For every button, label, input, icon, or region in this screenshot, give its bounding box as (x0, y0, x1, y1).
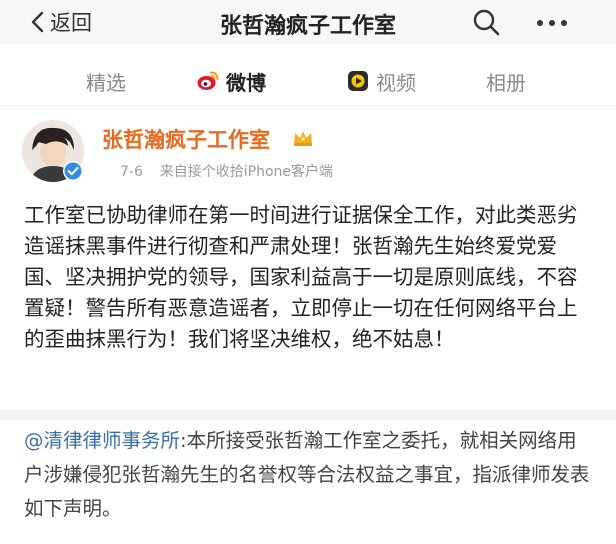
tab-featured[interactable]: 精选 (86, 66, 126, 96)
back-button[interactable]: 返回 (30, 6, 92, 38)
tab-label: 相册 (486, 70, 526, 95)
post-username[interactable]: 张哲瀚疯子工作室 (102, 124, 270, 154)
post-text: 工作室已协助律师在第一时间进行证据保全工作，对此类恶劣造谣抹黑事件进行彻查和严肃… (24, 203, 578, 351)
tab-label: 视频 (376, 70, 416, 95)
crown-badge-icon (294, 131, 312, 146)
tab-weibo[interactable]: 微博 (196, 66, 266, 96)
divider (0, 410, 616, 420)
repost-text[interactable]: @清律律师事务所:本所接受张哲瀚工作室之委托，就相关网络用户涉嫌侵犯张哲瀚先生的… (24, 424, 594, 526)
weibo-icon (197, 71, 219, 90)
top-nav-bar: 返回 张哲瀚疯子工作室 (0, 0, 616, 44)
search-icon[interactable] (470, 6, 502, 38)
post-header: 张哲瀚疯子工作室 7-6 来自接个收拾iPhone客户端 (0, 106, 616, 196)
post-date: 7-6 (120, 164, 143, 180)
profile-tabs: 精选 微博 视频 相册 (0, 56, 616, 106)
verified-badge-icon (63, 161, 83, 181)
post-source: 来自接个收拾iPhone客户端 (159, 164, 334, 180)
back-label: 返回 (50, 11, 92, 35)
tab-album[interactable]: 相册 (486, 66, 526, 96)
tab-label: 微博 (226, 70, 266, 95)
repost-mention[interactable]: @清律律师事务所 (24, 429, 180, 452)
tab-video[interactable]: 视频 (346, 66, 416, 96)
tab-label: 精选 (86, 70, 126, 95)
more-icon[interactable] (532, 6, 572, 38)
page-title: 张哲瀚疯子工作室 (219, 14, 396, 39)
chevron-left-icon (31, 11, 44, 33)
video-icon (348, 71, 368, 91)
post-meta: 7-6 来自接个收拾iPhone客户端 (120, 161, 333, 181)
